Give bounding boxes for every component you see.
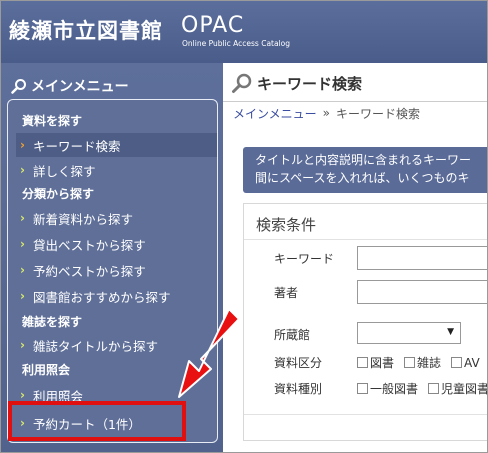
opac-logo: OPAC xyxy=(181,13,245,38)
sidebar-title: メインメニュー xyxy=(11,73,129,99)
checkbox-av[interactable]: AV xyxy=(451,356,480,370)
breadcrumb-current: キーワード検索 xyxy=(336,106,421,121)
sidebar-item-magazine-title[interactable]: › 雑誌タイトルから探す xyxy=(20,333,158,357)
sidebar-item-label: 貸出ベストから探す xyxy=(32,237,146,253)
title-divider xyxy=(223,101,487,102)
sidebar-item-label: 図書館おすすめから探す xyxy=(32,289,171,305)
site-header: 綾瀬市立図書館 OPAC Online Public Access Catalo… xyxy=(1,1,487,63)
chevron-right-icon: › xyxy=(20,138,25,152)
checkbox-label: AV xyxy=(464,355,480,370)
category-by-classification: 分類から探す xyxy=(22,187,95,201)
sidebar-item-library-recommend[interactable]: › 図書館おすすめから探す xyxy=(20,284,170,308)
breadcrumb: メインメニュー » キーワード検索 xyxy=(233,103,420,123)
material-type-label: 資料区分 xyxy=(274,356,323,370)
opac-subtitle: Online Public Access Catalog xyxy=(182,39,291,48)
library-name[interactable]: 綾瀬市立図書館 xyxy=(9,15,163,45)
sidebar-item-label: 雑誌タイトルから探す xyxy=(32,338,158,354)
checkbox-box[interactable] xyxy=(451,357,463,368)
page-title: キーワード検索 xyxy=(231,69,362,97)
category-magazines: 雑誌を探す xyxy=(22,315,83,329)
author-label: 著者 xyxy=(274,286,299,300)
breadcrumb-home-link[interactable]: メインメニュー xyxy=(233,105,317,122)
sidebar-item-keyword-search[interactable]: › キーワード検索 xyxy=(16,133,217,157)
page-title-text: キーワード検索 xyxy=(257,74,363,93)
keyword-input[interactable] xyxy=(357,246,487,270)
browser-frame: 綾瀬市立図書館 OPAC Online Public Access Catalo… xyxy=(0,0,488,453)
checkbox-children-books[interactable]: 児童図書 xyxy=(428,380,488,397)
chevron-right-icon: › xyxy=(20,289,25,303)
checkbox-box[interactable] xyxy=(428,383,440,394)
highlight-box xyxy=(8,401,186,441)
category-find-materials: 資料を探す xyxy=(22,114,83,128)
search-info-box: タイトルと内容説明に含まれるキーワー 間にスペースを入れれば、いくつものキ xyxy=(243,147,487,193)
chevron-right-icon: › xyxy=(20,338,25,352)
sidebar-item-label: 予約ベストから探す xyxy=(32,263,146,279)
material-kind-label: 資料種別 xyxy=(274,382,323,396)
info-text-line: タイトルと内容説明に含まれるキーワー xyxy=(255,153,472,167)
checkbox-box[interactable] xyxy=(404,357,416,368)
chevron-right-icon: › xyxy=(20,237,25,251)
chevron-right-icon: › xyxy=(20,211,25,225)
material-type-checkboxes: 図書 雑誌 AV xyxy=(357,354,486,371)
keyword-label: キーワード xyxy=(274,252,335,266)
category-user-inquiry: 利用照会 xyxy=(22,363,71,377)
checkbox-label: 一般図書 xyxy=(370,382,419,396)
material-kind-checkboxes: 一般図書 児童図書 xyxy=(357,380,488,397)
breadcrumb-separator: » xyxy=(322,106,330,120)
checkbox-magazine[interactable]: 雑誌 xyxy=(404,354,441,371)
sidebar-item-label: 新着資料から探す xyxy=(32,211,133,227)
checkbox-box[interactable] xyxy=(357,357,368,368)
library-select[interactable]: ▼ xyxy=(357,322,461,344)
sidebar-title-label: メインメニュー xyxy=(31,79,129,95)
sidebar-item-reservation-best[interactable]: › 予約ベストから探す xyxy=(20,258,146,282)
checkbox-general-books[interactable]: 一般図書 xyxy=(357,380,418,397)
main-content: キーワード検索 メインメニュー » キーワード検索 タイトルと内容説明に含まれる… xyxy=(223,63,488,452)
conditions-heading: 検索条件 xyxy=(244,204,487,240)
library-label: 所蔵館 xyxy=(274,328,311,342)
checkbox-box[interactable] xyxy=(357,383,368,394)
checkbox-label: 雑誌 xyxy=(417,356,442,370)
chevron-right-icon: › xyxy=(20,263,25,277)
chevron-right-icon: › xyxy=(20,388,25,402)
search-icon xyxy=(11,79,26,94)
info-text-line: 間にスペースを入れれば、いくつものキ xyxy=(255,171,470,185)
sidebar-item-label: キーワード検索 xyxy=(32,138,121,154)
search-conditions-panel: 検索条件 キーワード 著者 所蔵館 ▼ 資料区分 図書 雑誌 AV 資料種別 一… xyxy=(243,203,488,441)
sidebar-item-advanced-search[interactable]: › 詳しく探す xyxy=(20,158,95,182)
red-arrow-icon xyxy=(178,308,240,398)
sidebar-item-loan-best[interactable]: › 貸出ベストから探す xyxy=(20,232,146,256)
search-icon xyxy=(232,73,252,93)
checkbox-book[interactable]: 図書 xyxy=(357,354,394,371)
author-input[interactable] xyxy=(357,280,487,304)
caret-down-icon: ▼ xyxy=(447,327,454,337)
conditions-divider xyxy=(244,414,487,415)
checkbox-label: 図書 xyxy=(370,356,395,370)
sidebar-item-new-materials[interactable]: › 新着資料から探す xyxy=(20,206,133,230)
chevron-right-icon: › xyxy=(20,163,25,177)
sidebar-item-label: 詳しく探す xyxy=(32,163,96,179)
checkbox-label: 児童図書 xyxy=(441,382,488,396)
